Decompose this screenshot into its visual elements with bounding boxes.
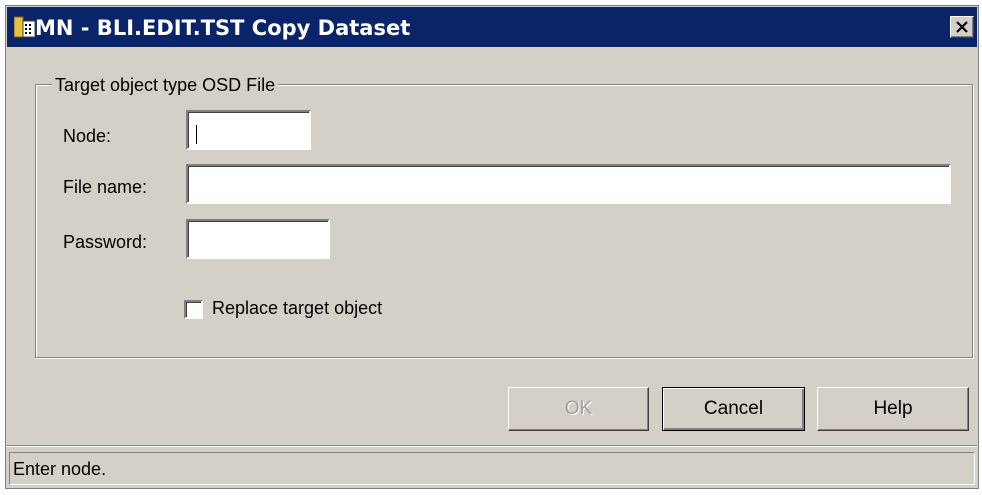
ok-button[interactable]: OK bbox=[508, 387, 649, 431]
filename-label: File name: bbox=[63, 177, 148, 197]
group-title: Target object type OSD File bbox=[52, 75, 279, 95]
help-button[interactable]: Help bbox=[817, 387, 969, 431]
filename-input[interactable] bbox=[186, 164, 951, 204]
password-input[interactable] bbox=[186, 219, 330, 259]
dataset-app-icon bbox=[13, 15, 36, 39]
node-label: Node: bbox=[63, 126, 112, 146]
close-icon bbox=[956, 21, 968, 33]
copy-dataset-dialog: MN - BLI.EDIT.TST Copy Dataset Target ob… bbox=[5, 5, 979, 489]
status-text: Enter node. bbox=[13, 459, 107, 479]
node-input[interactable] bbox=[186, 110, 311, 150]
target-object-group bbox=[35, 84, 973, 358]
cancel-button[interactable]: Cancel bbox=[662, 387, 805, 431]
title-bar[interactable]: MN - BLI.EDIT.TST Copy Dataset bbox=[7, 7, 977, 47]
status-separator bbox=[7, 445, 977, 447]
close-button[interactable] bbox=[950, 16, 974, 38]
window-title: MN - BLI.EDIT.TST Copy Dataset bbox=[35, 16, 411, 40]
replace-target-label[interactable]: Replace target object bbox=[212, 297, 382, 319]
status-bar: Enter node. bbox=[9, 452, 975, 485]
password-label: Password: bbox=[63, 232, 148, 252]
text-caret bbox=[196, 125, 197, 144]
replace-target-checkbox[interactable] bbox=[184, 300, 203, 319]
